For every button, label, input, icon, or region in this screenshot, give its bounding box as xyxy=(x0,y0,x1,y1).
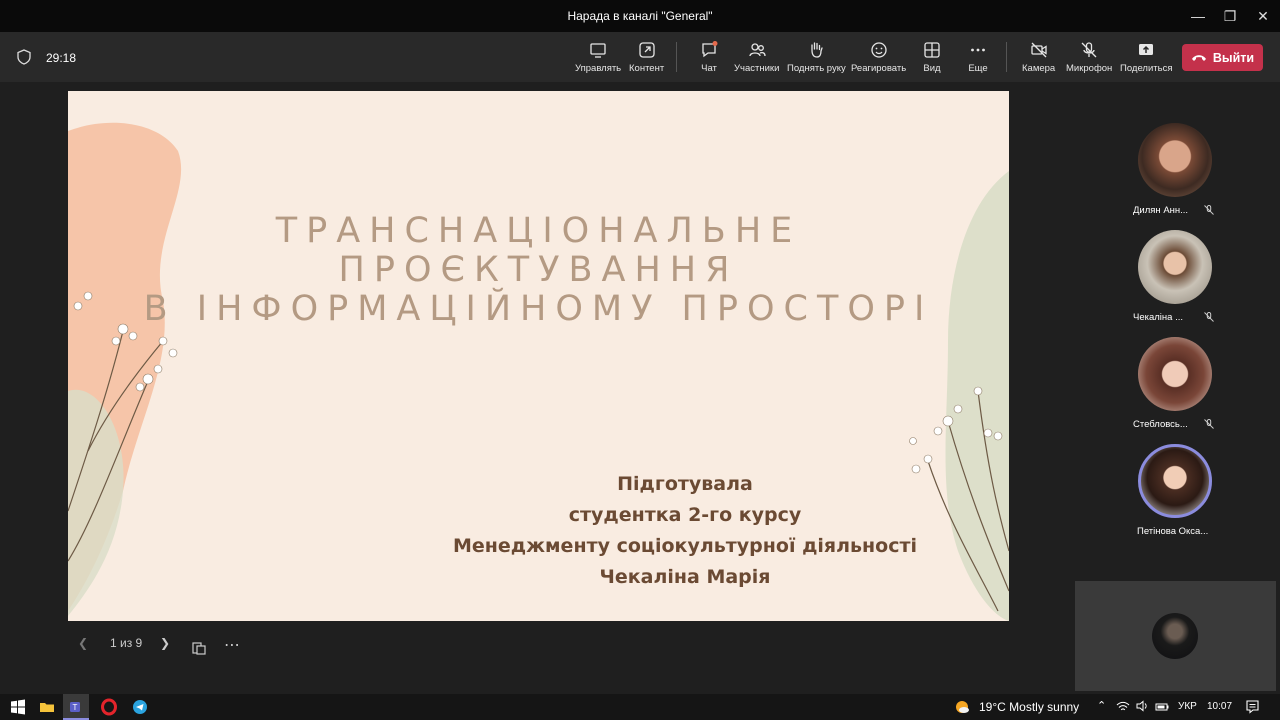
meeting-timer: 29:18 xyxy=(46,51,77,65)
meeting-toolbar: 29:18 Управлять Контент Чат Участники По… xyxy=(0,32,1280,82)
tray-chevron-icon[interactable]: ⌃ xyxy=(1097,699,1106,712)
chat-label: Чат xyxy=(701,63,717,74)
mic-off-icon xyxy=(1204,312,1214,322)
teams-taskbar-item[interactable]: T xyxy=(63,694,89,720)
maximize-icon[interactable]: ❐ xyxy=(1213,0,1247,32)
camera-off-icon xyxy=(1030,42,1047,58)
avatar xyxy=(1138,123,1212,197)
content-icon xyxy=(638,42,655,58)
more-icon xyxy=(971,48,985,52)
slide-title-line-1: ТРАНСНАЦІОНАЛЬНЕ xyxy=(275,211,802,251)
opera-icon[interactable] xyxy=(100,698,118,716)
microphone-label: Микрофон xyxy=(1066,63,1113,74)
avatar xyxy=(1138,230,1212,304)
minimize-icon[interactable]: — xyxy=(1181,0,1215,32)
teams-icon: T xyxy=(70,702,80,712)
close-icon[interactable]: ✕ xyxy=(1246,0,1280,32)
more-label: Еще xyxy=(968,63,988,74)
microphone-button[interactable]: Микрофон xyxy=(1066,40,1112,80)
clock-time[interactable]: 10:07 xyxy=(1207,701,1232,712)
view-label: Вид xyxy=(923,63,941,74)
avatar xyxy=(1138,444,1212,518)
telegram-icon[interactable] xyxy=(131,698,149,716)
grid-view-icon xyxy=(924,42,940,58)
participant-tile[interactable]: Стебловсь... xyxy=(1105,337,1245,430)
mic-off-icon xyxy=(1081,42,1097,58)
participants-icon xyxy=(749,43,766,57)
input-language[interactable]: УКР xyxy=(1178,701,1197,712)
slide-page-indicator: 1 из 9 xyxy=(110,636,143,650)
weather-text: 19°C Mostly sunny xyxy=(979,700,1080,714)
volume-icon[interactable] xyxy=(1135,699,1149,713)
next-slide-icon[interactable]: ❯ xyxy=(160,636,170,656)
participant-tile[interactable]: Дилян Анн... xyxy=(1105,123,1245,216)
avatar xyxy=(1138,337,1212,411)
content-button[interactable]: Контент xyxy=(629,40,664,80)
phone-hangup-icon xyxy=(1191,54,1206,61)
toolbar-divider xyxy=(1006,42,1007,72)
camera-label: Камера xyxy=(1022,63,1056,74)
svg-text:T: T xyxy=(73,703,78,712)
share-icon xyxy=(1139,44,1154,55)
camera-button[interactable]: Камера xyxy=(1022,40,1055,80)
chat-icon xyxy=(702,41,718,58)
participants-label: Участники xyxy=(734,63,780,74)
raise-hand-label: Поднять руку xyxy=(787,63,846,74)
participant-name: Чекаліна ... xyxy=(1133,312,1184,323)
more-button[interactable]: Еще xyxy=(968,40,988,80)
window-title: Нарада в каналі "General" xyxy=(567,9,713,23)
wifi-icon[interactable] xyxy=(1116,699,1130,713)
share-screen-icon xyxy=(590,43,606,58)
raise-hand-icon xyxy=(811,42,824,58)
file-explorer-icon[interactable] xyxy=(38,698,56,716)
content-label: Контент xyxy=(629,63,665,74)
mic-off-icon xyxy=(1204,205,1214,215)
participant-tile-active-speaker[interactable]: Петінова Окса... xyxy=(1105,444,1245,537)
windows-start-icon[interactable] xyxy=(9,698,27,716)
react-button[interactable]: Реагировать xyxy=(851,40,906,80)
slide-subtitle-line-2: студентка 2-го курсу xyxy=(568,504,802,526)
leave-button[interactable]: Выйти xyxy=(1182,44,1263,71)
weather-icon xyxy=(956,701,969,713)
slide-subtitle-line-3: Менеджменту соціокультурної діяльності xyxy=(452,535,918,557)
share-screen-button[interactable]: Управлять xyxy=(575,40,621,80)
title-bar: Нарада в каналі "General" — ❐ ✕ xyxy=(0,0,1280,32)
battery-icon[interactable] xyxy=(1155,700,1169,714)
share-screen-label: Управлять xyxy=(575,63,622,74)
share-label: Поделиться xyxy=(1120,63,1173,74)
toolbar-divider xyxy=(676,42,677,72)
notifications-icon[interactable] xyxy=(1245,699,1260,714)
slide-subtitle-line-1: Підготувала xyxy=(617,473,753,495)
participants-button[interactable]: Участники xyxy=(734,40,779,80)
leave-label: Выйти xyxy=(1212,50,1255,65)
slide-title-line-3: В ІНФОРМАЦІЙНОМУ ПРОСТОРІ xyxy=(143,289,934,329)
slides-grid-icon[interactable] xyxy=(191,638,207,658)
share-button[interactable]: Поделиться xyxy=(1120,40,1172,80)
participant-name: Стебловсь... xyxy=(1133,419,1188,430)
slide-title-line-2: ПРОЄКТУВАННЯ xyxy=(338,250,739,290)
view-button[interactable]: Вид xyxy=(922,40,942,80)
windows-taskbar: T 19°C Mostly sunny ⌃ УКР 10:07 xyxy=(0,694,1280,720)
slide-subtitle-line-4: Чекаліна Марія xyxy=(599,566,771,588)
chat-button[interactable]: Чат xyxy=(699,40,719,80)
presentation-slide: ТРАНСНАЦІОНАЛЬНЕ ПРОЄКТУВАННЯ В ІНФОРМАЦ… xyxy=(68,91,1009,621)
participant-name: Дилян Анн... xyxy=(1133,205,1189,216)
raise-hand-button[interactable]: Поднять руку xyxy=(787,40,846,80)
participant-name: Петінова Окса... xyxy=(1137,526,1209,537)
smiley-icon xyxy=(870,42,887,58)
participant-tile[interactable]: Чекаліна ... xyxy=(1105,230,1245,323)
prev-slide-icon[interactable]: ❮ xyxy=(78,636,88,656)
slide-more-icon[interactable]: ⋯ xyxy=(224,635,240,655)
mic-off-icon xyxy=(1204,419,1214,429)
self-view[interactable] xyxy=(1075,581,1276,691)
shield-icon xyxy=(17,49,31,65)
avatar xyxy=(1152,613,1198,659)
react-label: Реагировать xyxy=(851,63,907,74)
